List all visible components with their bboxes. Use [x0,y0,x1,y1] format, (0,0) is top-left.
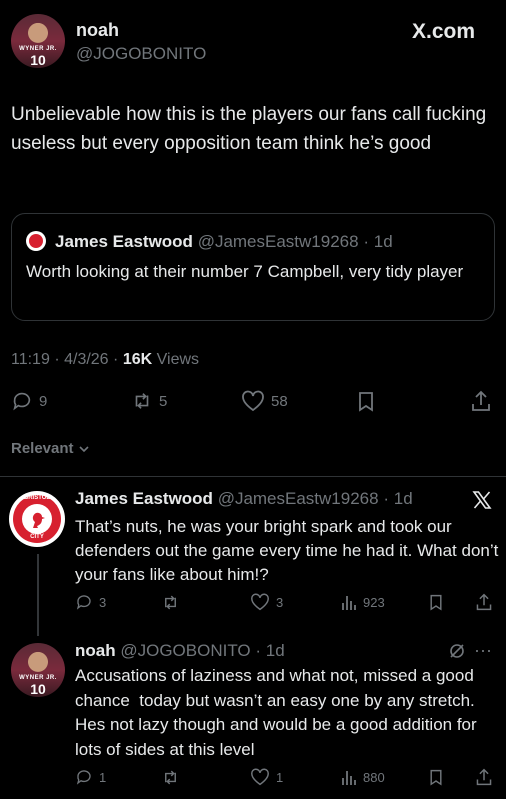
reply-avatar-bristol-city[interactable]: BRISTOL CITY [9,491,65,547]
share-button[interactable] [470,389,492,413]
bar-chart-icon [342,596,356,610]
like-count: 3 [276,594,284,610]
quoted-avatar [26,231,46,251]
reply-age: 1d [265,641,285,660]
sort-selector[interactable]: Relevant [11,440,90,457]
author-handle[interactable]: @JOGOBONITO [76,44,206,64]
like-button[interactable]: 3 [250,593,283,611]
reply-button[interactable]: 3 [75,593,106,611]
reply-icon [13,392,31,411]
views-label: Views [156,351,200,368]
crest-top-text: BRISTOL [23,495,51,501]
grok-icon[interactable] [448,642,466,660]
reply-count: 3 [99,594,107,610]
quoted-author-name: James Eastwood [55,232,193,251]
reply-author-handle[interactable]: @JamesEastw19268 [218,489,379,508]
views-count: 16K [122,351,153,368]
share-button[interactable] [475,767,493,787]
bookmark-button[interactable] [428,768,444,786]
heart-icon [251,593,269,611]
reply-author-handle[interactable]: @JOGOBONITO [120,641,250,660]
quoted-tweet-card[interactable]: James Eastwood @JamesEastw19268 · 1d Wor… [11,213,495,321]
repost-icon [135,393,149,409]
thread-line [37,554,39,636]
share-button[interactable] [475,592,493,612]
views-button[interactable]: 923 [341,593,385,611]
divider [0,476,506,477]
chevron-down-icon [78,445,89,452]
reply-avatar[interactable]: WYNER JR. 10 [11,643,65,697]
reply-icon [76,770,91,785]
like-count: 58 [271,392,288,410]
reply-separator: · [383,489,389,508]
bookmark-button[interactable] [428,593,444,611]
reply-count: 9 [39,392,48,410]
x-logo-text: X.com [412,20,476,43]
post-date: 4/3/26 [64,351,109,368]
reply-separator: · [255,641,262,660]
bar-chart-icon [342,771,356,785]
heart-icon [251,768,269,786]
repost-icon [165,595,176,610]
quoted-separator: · [363,232,369,251]
post-time: 11:19 [11,351,50,368]
bookmark-button[interactable] [356,390,376,412]
bookmark-icon [359,392,373,412]
views-count: 923 [363,594,385,610]
sort-label: Relevant [11,440,74,457]
repost-button[interactable] [161,593,180,612]
reply-text: Accusations of laziness and what not, mi… [75,666,482,759]
reply-button[interactable]: 9 [11,390,47,412]
meta-separator: · [54,351,60,368]
heart-icon [242,390,264,412]
avatar-shirt-number: 10 [30,681,46,697]
crest-inner [22,504,52,534]
post-meta: 11:19 · 4/3/26 · 16K Views [11,351,199,369]
share-icon [472,390,490,411]
bookmark-icon [430,594,442,611]
like-count: 1 [276,769,284,785]
post-text: Unbelievable how this is the players our… [11,104,492,154]
repost-count: 5 [159,392,168,410]
reply-author-name[interactable]: James Eastwood [75,489,213,508]
repost-button[interactable]: 5 [131,390,167,412]
reply-author-name[interactable]: noah [75,641,116,660]
share-icon [476,593,492,611]
quoted-author-handle: @JamesEastw19268 [197,232,359,251]
reply-button[interactable]: 1 [75,768,106,786]
repost-button[interactable] [161,768,180,787]
author-avatar[interactable]: WYNER JR. 10 [11,14,65,68]
crest-bottom-text: CITY [30,534,44,540]
more-options-button[interactable]: ··· [474,640,492,661]
views-count: 880 [363,769,385,785]
quoted-text: Worth looking at their number 7 Campbell… [26,262,464,281]
robin-icon [32,512,45,528]
avatar-shirt-number: 10 [30,52,46,68]
site-label: X.com [412,20,475,44]
reply-icon [76,595,91,610]
author-name[interactable]: noah [76,20,119,41]
share-icon [476,768,492,786]
reply-text: That’s nuts, he was your bright spark an… [75,517,504,584]
views-button[interactable]: 880 [341,768,385,786]
like-button[interactable]: 58 [241,390,288,412]
reply-count: 1 [99,769,107,785]
bookmark-icon [430,769,442,786]
x-logo-icon [472,491,492,509]
like-button[interactable]: 1 [250,768,283,786]
quoted-age: 1d [373,232,393,251]
meta-separator: · [113,351,119,368]
reply-age: 1d [393,489,413,508]
repost-icon [165,770,176,785]
